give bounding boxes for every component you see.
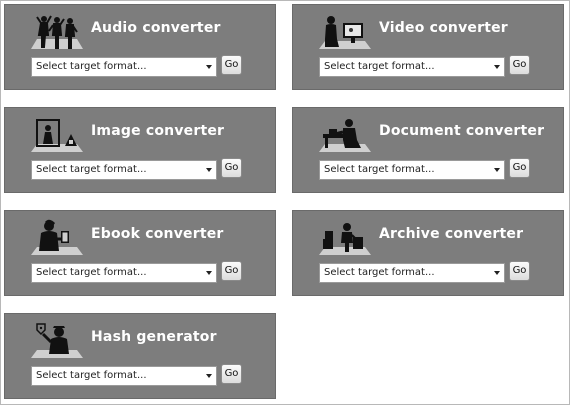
- video-converter-card: Video converter Select target format... …: [292, 4, 564, 90]
- target-format-select[interactable]: Select target format...: [319, 57, 505, 77]
- dropdown-arrow-icon[interactable]: [494, 168, 500, 172]
- target-format-select[interactable]: Select target format...: [31, 160, 217, 180]
- audio-converter-card: Audio converter Select target format... …: [4, 4, 276, 90]
- go-button[interactable]: Go: [221, 261, 242, 281]
- select-placeholder: Select target format...: [324, 61, 435, 72]
- go-button[interactable]: Go: [221, 364, 242, 384]
- person-reading-tablet-icon: [31, 217, 83, 257]
- image-converter-card: Image converter Select target format... …: [4, 107, 276, 193]
- dropdown-arrow-icon[interactable]: [206, 168, 212, 172]
- select-placeholder: Select target format...: [36, 164, 147, 175]
- dropdown-arrow-icon[interactable]: [494, 65, 500, 69]
- hash-generator-card: Hash generator Select target format... G…: [4, 313, 276, 399]
- card-title: Image converter: [91, 123, 225, 139]
- target-format-select[interactable]: Select target format...: [319, 160, 505, 180]
- target-format-select[interactable]: Select target format...: [319, 263, 505, 283]
- person-with-boxes-icon: [319, 217, 371, 257]
- ebook-converter-card: Ebook converter Select target format... …: [4, 210, 276, 296]
- select-placeholder: Select target format...: [36, 267, 147, 278]
- card-title: Audio converter: [91, 20, 221, 36]
- go-button[interactable]: Go: [509, 158, 530, 178]
- person-at-desk-icon: [319, 114, 371, 154]
- select-placeholder: Select target format...: [36, 370, 147, 381]
- target-format-select[interactable]: Select target format...: [31, 57, 217, 77]
- archive-converter-card: Archive converter Select target format..…: [292, 210, 564, 296]
- card-title: Video converter: [379, 20, 508, 36]
- go-button[interactable]: Go: [509, 261, 530, 281]
- dropdown-arrow-icon[interactable]: [206, 65, 212, 69]
- select-placeholder: Select target format...: [324, 164, 435, 175]
- document-converter-card: Document converter Select target format.…: [292, 107, 564, 193]
- framed-picture-icon: [31, 114, 83, 154]
- dancers-icon: [31, 11, 83, 51]
- target-format-select[interactable]: Select target format...: [31, 263, 217, 283]
- person-watching-screen-icon: [319, 11, 371, 51]
- select-placeholder: Select target format...: [324, 267, 435, 278]
- card-title: Document converter: [379, 123, 545, 139]
- go-button[interactable]: Go: [221, 158, 242, 178]
- dropdown-arrow-icon[interactable]: [206, 271, 212, 275]
- select-placeholder: Select target format...: [36, 61, 147, 72]
- person-with-tag-icon: [31, 320, 83, 360]
- target-format-select[interactable]: Select target format...: [31, 366, 217, 386]
- card-title: Hash generator: [91, 329, 217, 345]
- card-title: Archive converter: [379, 226, 524, 242]
- dropdown-arrow-icon[interactable]: [206, 374, 212, 378]
- go-button[interactable]: Go: [509, 55, 530, 75]
- go-button[interactable]: Go: [221, 55, 242, 75]
- dropdown-arrow-icon[interactable]: [494, 271, 500, 275]
- card-title: Ebook converter: [91, 226, 224, 242]
